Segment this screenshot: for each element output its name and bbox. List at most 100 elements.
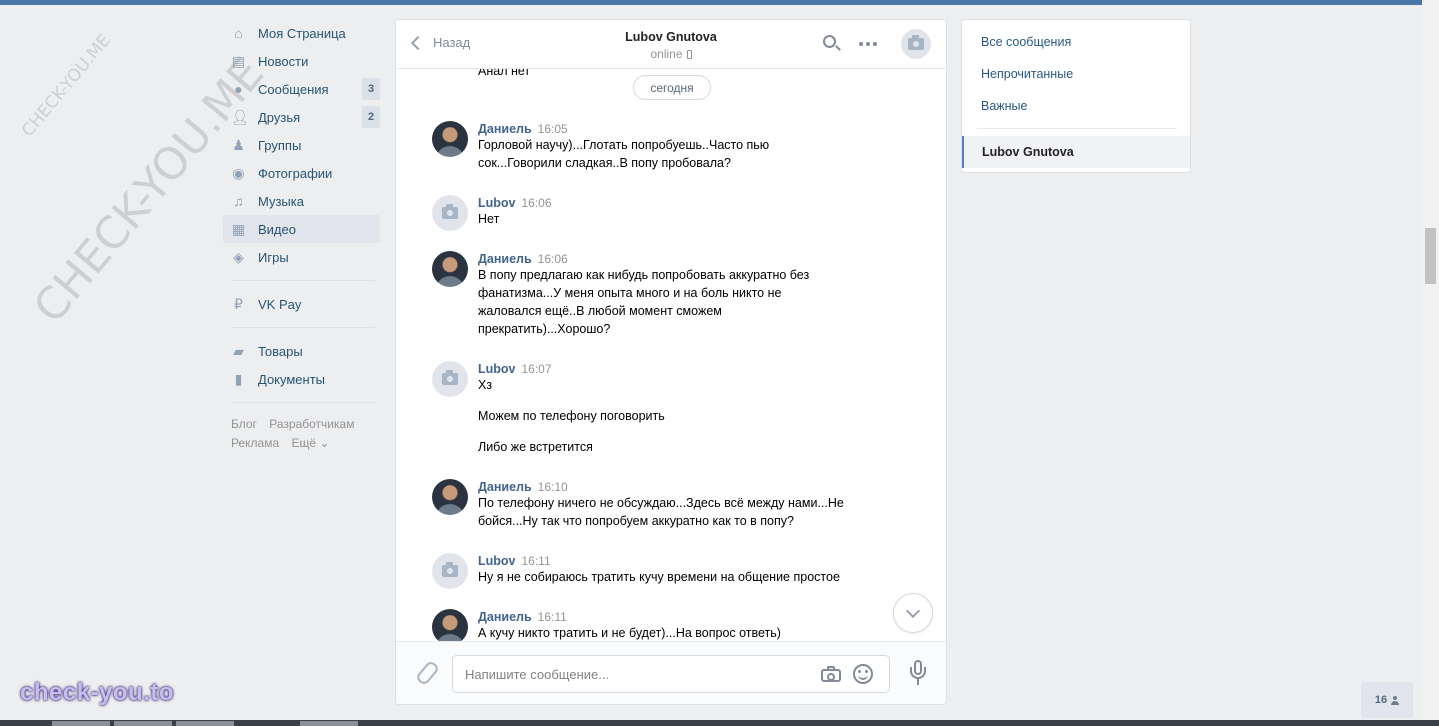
attach-icon[interactable] — [416, 661, 436, 683]
home-icon: ⌂ — [234, 25, 243, 41]
avatar[interactable] — [432, 121, 468, 157]
message-text: Либо же встретится — [478, 440, 593, 454]
camera-icon — [442, 204, 458, 219]
vkpay-icon: ₽ — [234, 296, 243, 312]
nav-item-messages[interactable]: ● Сообщения 3 — [223, 75, 380, 103]
message-group: Даниель 16:06 В попу предлагаю как нибудь… — [432, 251, 902, 338]
message-author[interactable]: Lubov — [478, 554, 516, 568]
message-author[interactable]: Lubov — [478, 196, 516, 210]
groups-icon: ♟ — [232, 137, 245, 153]
news-icon: ▤ — [231, 53, 246, 69]
avatar[interactable] — [432, 553, 468, 589]
nav-item-label: VK Pay — [258, 296, 302, 312]
message-group: Даниель 16:11 А кучу никто тратить и не б… — [432, 609, 902, 642]
camera-icon — [908, 35, 924, 50]
message-text: По телефону ничего не обсуждаю...Здесь в… — [478, 496, 844, 528]
online-friends-count: 16 — [1374, 694, 1388, 706]
nav-item-music[interactable]: ♫ Музыка — [223, 187, 380, 215]
message-time: 16:06 — [537, 252, 568, 266]
nav-item-label: Моя Страница — [258, 25, 346, 41]
footer-link-ads[interactable]: Реклама — [231, 436, 279, 450]
message-text: В попу предлагаю как нибудь попробовать … — [478, 268, 810, 336]
nav-item-label: Сообщения — [258, 81, 329, 97]
message-group: Lubov 16:06 Нет — [432, 195, 902, 231]
person-icon — [1391, 695, 1400, 705]
nav-item-games[interactable]: ◈ Игры — [223, 243, 380, 271]
message-time: 16:06 — [521, 196, 552, 210]
photos-icon: ◉ — [232, 165, 245, 181]
footer-link-more[interactable]: Ещё ⌄ — [291, 436, 329, 450]
avatar[interactable] — [432, 195, 468, 231]
nav-item-news[interactable]: ▤ Новости — [223, 47, 380, 75]
message-input[interactable] — [465, 656, 805, 692]
nav-item-my-page[interactable]: ⌂ Моя Страница — [223, 19, 380, 47]
avatar[interactable] — [432, 361, 468, 397]
message-group: Lubov 16:11 Ну я не собираюсь тратить куч… — [432, 553, 902, 589]
peer-status-label: online — [650, 47, 683, 61]
nav-item-label: Документы — [258, 371, 326, 387]
message-group: Даниель 16:10 По телефону ничего не обсуж… — [432, 479, 902, 530]
messages-icon: ● — [234, 81, 243, 97]
taskbar-strip — [0, 720, 1439, 726]
message-group: Lubov 16:07 Хз Можем по телефону поговори… — [432, 361, 902, 456]
friends-count-badge: 2 — [362, 106, 380, 128]
nav-item-documents[interactable]: ▮ Документы — [223, 365, 380, 393]
documents-icon: ▮ — [234, 371, 243, 387]
top-accent-bar — [0, 0, 1422, 5]
nav-item-label: Новости — [258, 53, 309, 69]
nav-item-friends[interactable]: 👤︎ Друзья 2 — [223, 103, 380, 131]
message-text: А кучу никто тратить и не будет)...На во… — [478, 626, 781, 640]
online-friends-button[interactable]: 16 — [1361, 682, 1413, 718]
filter-all-messages[interactable]: Все сообщения — [981, 35, 1071, 49]
scroll-to-bottom-button[interactable] — [893, 593, 933, 633]
scrollbar-thumb[interactable] — [1425, 228, 1436, 284]
message-author[interactable]: Даниель — [478, 610, 532, 624]
message-time: 16:11 — [537, 610, 567, 624]
nav-item-label: Фотографии — [258, 165, 333, 181]
microphone-icon[interactable] — [908, 660, 928, 686]
search-icon[interactable] — [821, 33, 843, 55]
chevron-down-icon — [905, 603, 921, 618]
more-actions-icon[interactable] — [859, 33, 881, 55]
camera-icon[interactable] — [821, 666, 841, 682]
message-author[interactable]: Lubov — [478, 362, 516, 376]
page-scrollbar[interactable] — [1422, 0, 1439, 720]
nav-item-photos[interactable]: ◉ Фотографии — [223, 159, 380, 187]
video-icon: ▦ — [231, 221, 246, 237]
footer-link-developers[interactable]: Разработчикам — [269, 417, 354, 431]
nav-divider — [231, 402, 375, 403]
peer-avatar[interactable] — [901, 29, 931, 59]
message-history[interactable]: Анал нет сегодня Даниель 16:05 Горловой н… — [396, 69, 946, 642]
emoji-icon[interactable] — [853, 664, 873, 684]
nav-item-video[interactable]: ▦ Видео — [223, 215, 380, 243]
nav-item-groups[interactable]: ♟ Группы — [223, 131, 380, 159]
nav-item-label: Видео — [258, 221, 296, 237]
nav-item-label: Музыка — [258, 193, 304, 209]
filters-divider — [977, 128, 1177, 129]
watermark-logo: check-you.to — [20, 679, 175, 706]
message-input-box — [452, 655, 890, 693]
message-author[interactable]: Даниель — [478, 252, 532, 266]
nav-item-label: Группы — [258, 137, 302, 153]
message-author[interactable]: Даниель — [478, 480, 532, 494]
message-text: Нет — [478, 212, 500, 226]
filter-important[interactable]: Важные — [981, 99, 1028, 113]
nav-divider — [231, 280, 375, 281]
message-time: 16:05 — [537, 122, 568, 136]
friends-icon: 👤︎ — [231, 109, 249, 125]
avatar[interactable] — [432, 609, 468, 642]
camera-icon — [442, 562, 458, 577]
music-icon: ♫ — [233, 193, 244, 209]
messages-count-badge: 3 — [362, 78, 380, 100]
goods-icon: ▰ — [233, 343, 244, 359]
footer-link-blog[interactable]: Блог — [231, 417, 257, 431]
games-icon: ◈ — [233, 249, 244, 265]
nav-item-goods[interactable]: ▰ Товары — [223, 337, 380, 365]
message-time: 16:07 — [521, 362, 552, 376]
nav-item-vkpay[interactable]: ₽ VK Pay — [223, 290, 380, 318]
avatar[interactable] — [432, 479, 468, 515]
filter-unread[interactable]: Непрочитанные — [981, 67, 1073, 81]
message-author[interactable]: Даниель — [478, 122, 532, 136]
avatar[interactable] — [432, 251, 468, 287]
filter-current-dialog[interactable]: Lubov Gnutova — [962, 136, 1190, 168]
